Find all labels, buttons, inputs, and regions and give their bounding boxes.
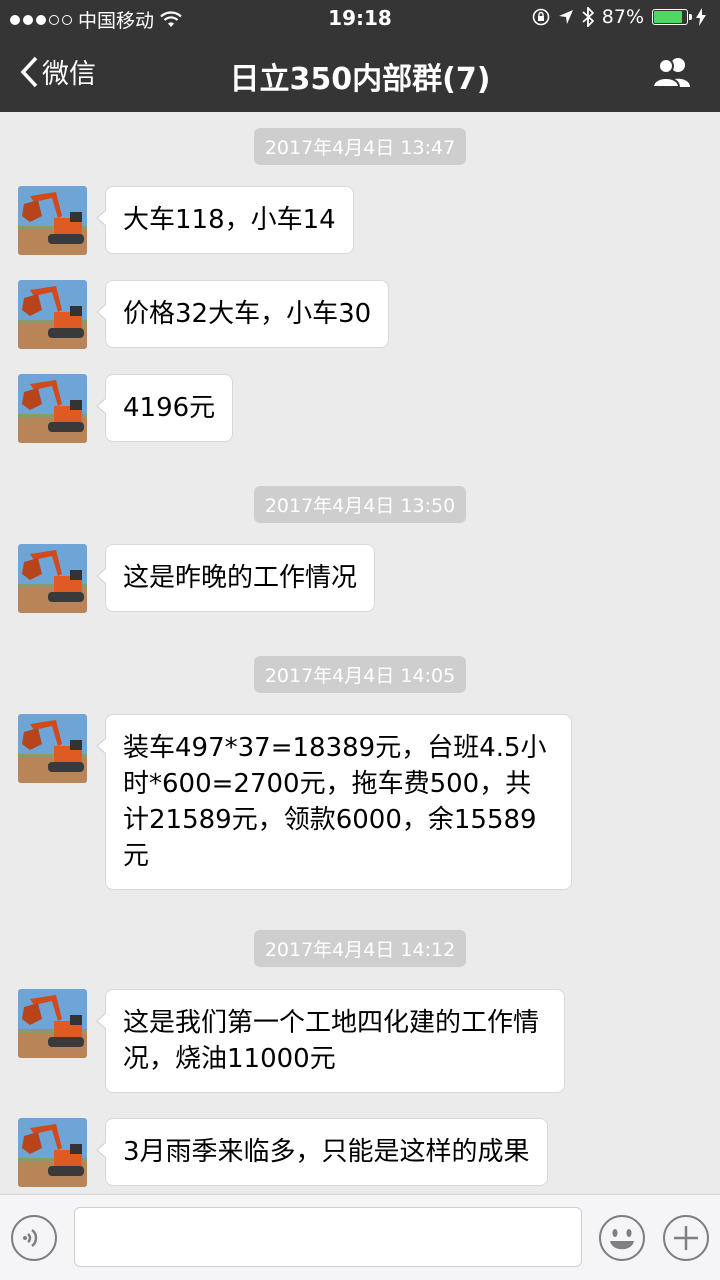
voice-button[interactable] xyxy=(10,1214,58,1262)
chat-area[interactable]: 2017年4月4日 13:47 大车118，小车14 价格32大车，小车30 4… xyxy=(0,112,720,1194)
avatar[interactable] xyxy=(18,186,87,255)
nav-bar: 微信 日立350内部群(7) xyxy=(0,36,720,112)
avatar[interactable] xyxy=(18,544,87,613)
top-bar: 中国移动 19:18 87% 微信 日立350内部群(7) xyxy=(0,0,720,112)
input-bar xyxy=(0,1194,720,1280)
excavator-avatar-image xyxy=(18,1118,87,1187)
voice-icon xyxy=(11,1215,57,1261)
timestamp: 2017年4月4日 14:12 xyxy=(0,930,720,967)
message-bubble[interactable]: 这是我们第一个工地四化建的工作情况，烧油11000元 xyxy=(96,989,565,1093)
status-bar: 中国移动 19:18 87% xyxy=(0,0,720,36)
avatar[interactable] xyxy=(18,714,87,783)
timestamp: 2017年4月4日 13:47 xyxy=(0,128,720,165)
battery-icon xyxy=(652,9,692,25)
message-bubble[interactable]: 这是昨晚的工作情况 xyxy=(95,544,376,612)
avatar[interactable] xyxy=(18,280,87,349)
charging-bolt-icon xyxy=(696,8,706,26)
timestamp: 2017年4月4日 14:05 xyxy=(0,656,720,693)
message-input[interactable] xyxy=(74,1207,582,1267)
message-bubble[interactable]: 4196元 xyxy=(95,374,234,442)
chat-title: 日立350内部群(7) xyxy=(229,62,491,97)
message-bubble[interactable]: 价格32大车，小车30 xyxy=(95,280,390,348)
location-arrow-icon xyxy=(558,10,573,24)
bluetooth-icon xyxy=(582,7,594,27)
plus-button[interactable] xyxy=(662,1214,710,1262)
excavator-avatar-image xyxy=(18,544,87,613)
emoji-button[interactable] xyxy=(598,1214,646,1262)
avatar[interactable] xyxy=(18,374,87,443)
excavator-avatar-image xyxy=(18,374,87,443)
emoji-icon xyxy=(599,1215,645,1261)
plus-icon xyxy=(663,1215,709,1261)
excavator-avatar-image xyxy=(18,186,87,255)
excavator-avatar-image xyxy=(18,714,87,783)
timestamp: 2017年4月4日 13:50 xyxy=(0,486,720,523)
battery-percent: 87% xyxy=(601,6,644,28)
message-bubble[interactable]: 装车497*37=18389元，台班4.5小时*600=2700元，拖车费500… xyxy=(96,714,572,890)
avatar[interactable] xyxy=(18,989,87,1058)
excavator-avatar-image xyxy=(18,280,87,349)
orientation-lock-icon xyxy=(532,8,550,26)
message-bubble[interactable]: 3月雨季来临多，只能是这样的成果 xyxy=(96,1118,548,1186)
message-bubble[interactable]: 大车118，小车14 xyxy=(96,186,354,254)
group-members-icon xyxy=(651,58,690,88)
group-members-button[interactable] xyxy=(651,56,692,92)
avatar[interactable] xyxy=(18,1118,87,1187)
excavator-avatar-image xyxy=(18,989,87,1058)
